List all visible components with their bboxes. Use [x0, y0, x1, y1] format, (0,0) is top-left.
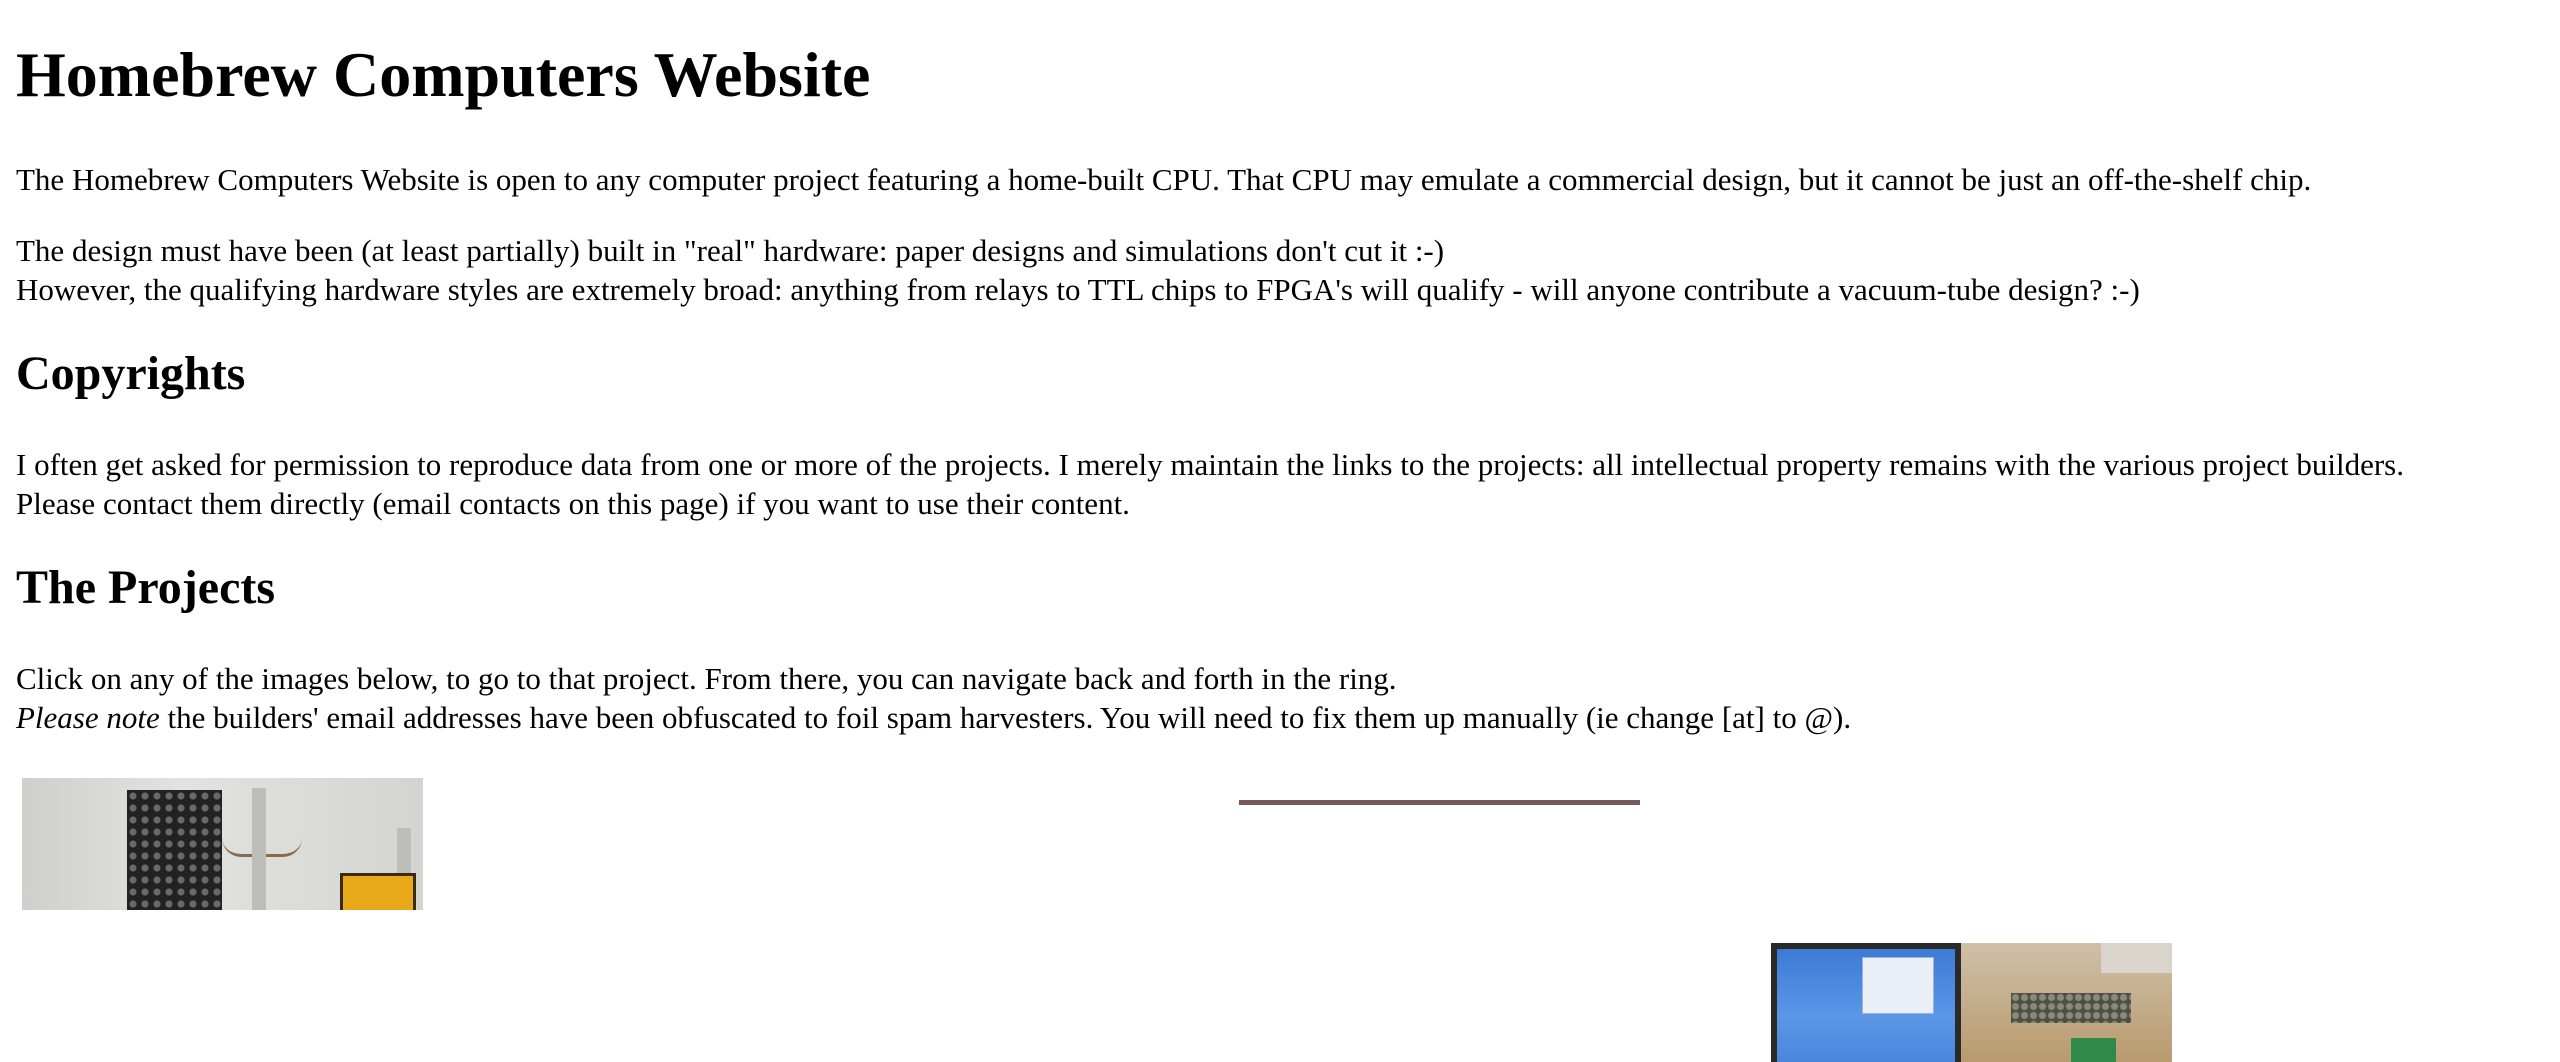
projects-line-1: Click on any of the images below, to go … — [16, 661, 1397, 696]
yellow-box-image — [340, 873, 416, 910]
copyrights-heading: Copyrights — [16, 347, 246, 400]
keyboard-image — [2011, 993, 2131, 1023]
projects-heading: The Projects — [16, 561, 276, 614]
requirements-line-2: However, the qualifying hardware styles … — [16, 272, 2140, 307]
mounting-rail — [252, 788, 266, 910]
project-thumbnail-relay-computer[interactable] — [22, 778, 423, 910]
screen-image — [1777, 949, 1955, 1062]
window-image — [1862, 957, 1934, 1014]
project-thumbnail-desktop-computer[interactable] — [1771, 943, 2172, 1062]
requirements-line-1: The design must have been (at least part… — [16, 233, 1445, 268]
copyrights-line-2: Please contact them directly (email cont… — [16, 486, 1130, 521]
page-title: Homebrew Computers Website — [16, 39, 871, 110]
copyrights-paragraph: I often get asked for permission to repr… — [16, 445, 2404, 523]
relay-rack-image — [127, 790, 222, 910]
project-thumbnail-line[interactable] — [1239, 800, 1640, 805]
projects-paragraph: Click on any of the images below, to go … — [16, 659, 1851, 737]
shelf-image — [2101, 943, 2172, 973]
monitor-image — [1771, 943, 1961, 1062]
copyrights-line-1: I often get asked for permission to repr… — [16, 447, 2404, 482]
circuit-board-image — [2071, 1038, 2116, 1062]
intro-paragraph: The Homebrew Computers Website is open t… — [16, 162, 2312, 197]
requirements-paragraph: The design must have been (at least part… — [16, 231, 2140, 309]
note-label: Please note — [16, 700, 160, 735]
note-text: the builders' email addresses have been … — [159, 700, 1852, 735]
